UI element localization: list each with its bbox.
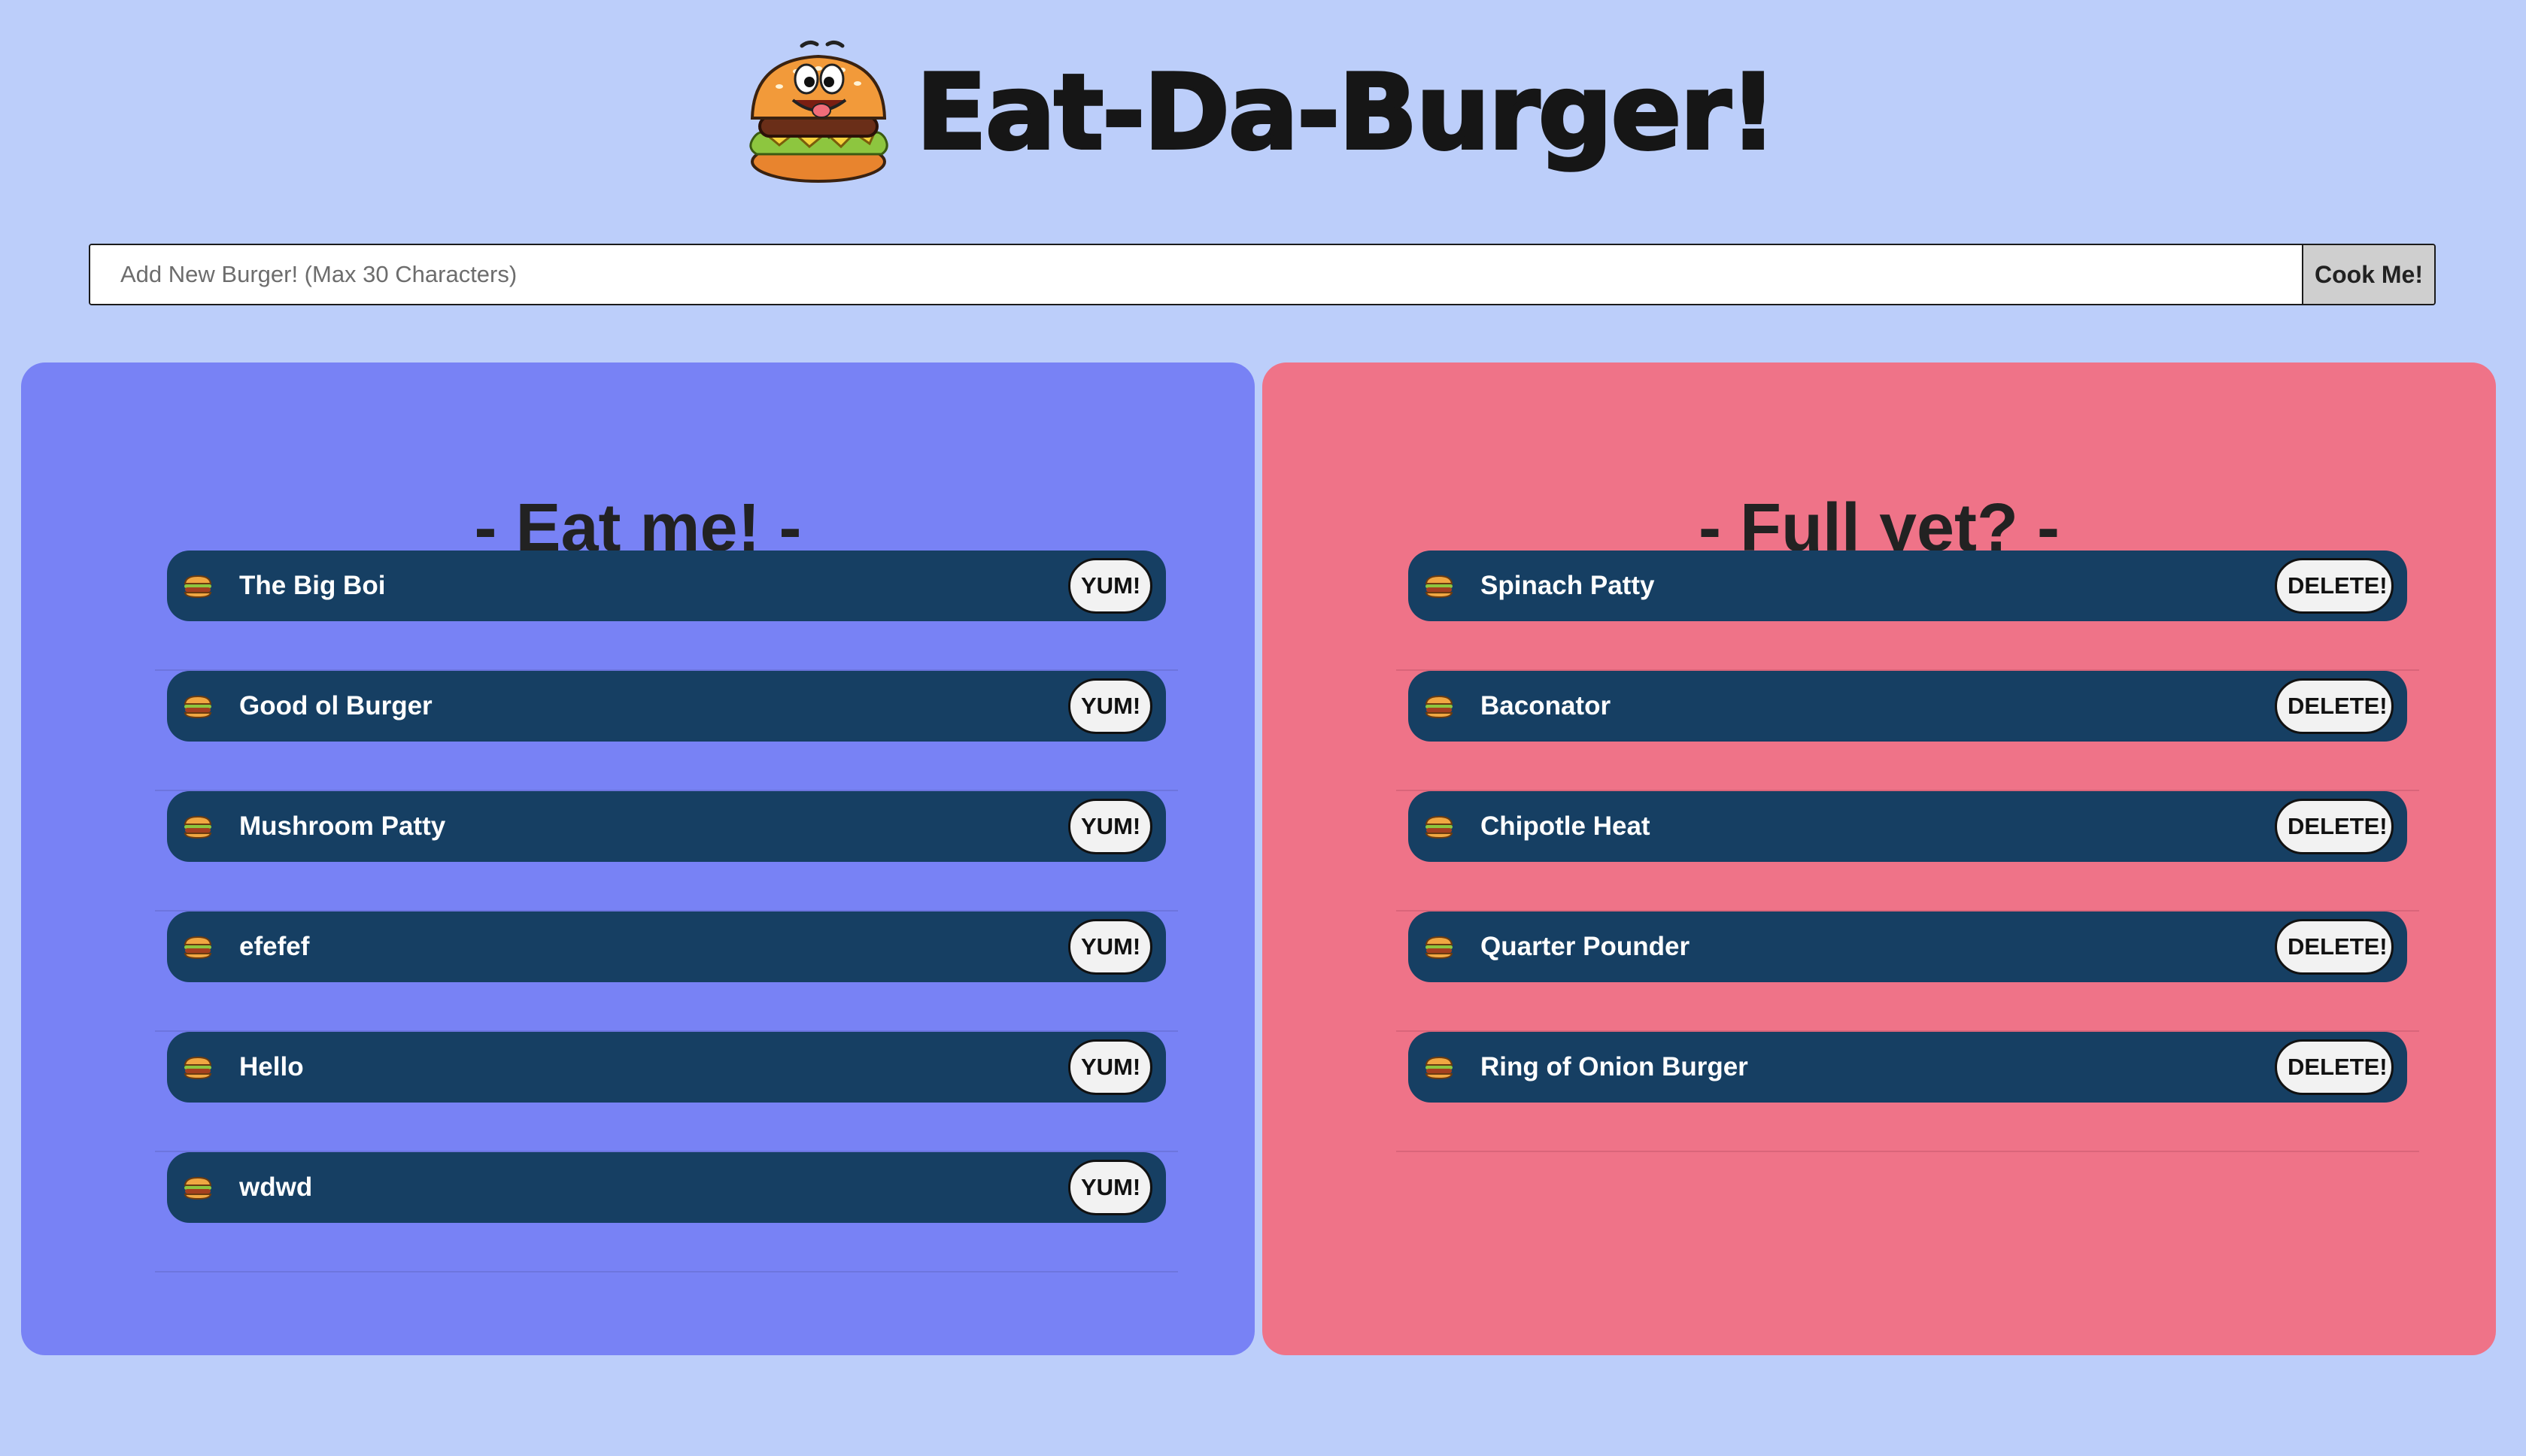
burger-icon	[1425, 695, 1453, 718]
burger-icon	[184, 815, 212, 839]
burger-list-item: Chipotle Heat DELETE!	[1396, 791, 2419, 912]
burger-icon	[184, 1056, 212, 1079]
delete-button[interactable]: DELETE!	[2275, 1039, 2394, 1095]
burger-name: Ring of Onion Burger	[1480, 1052, 1748, 1081]
burger-name: The Big Boi	[239, 571, 386, 600]
full-yet-panel: - Full yet? - Spinach Patty DELETE! Baco…	[1262, 362, 2496, 1355]
burger-list-item: Ring of Onion Burger DELETE!	[1396, 1032, 2419, 1152]
burger-name: Baconator	[1480, 691, 1611, 720]
burger-pill: wdwd YUM!	[167, 1152, 1166, 1223]
site-title: Eat-Da-Burger!	[915, 52, 1778, 173]
burger-list-item: Good ol Burger YUM!	[155, 671, 1178, 791]
delete-button[interactable]: DELETE!	[2275, 919, 2394, 975]
cook-me-button[interactable]: Cook Me!	[2302, 245, 2434, 304]
burger-pill: Hello YUM!	[167, 1032, 1166, 1103]
burger-list-item: Quarter Pounder DELETE!	[1396, 912, 2419, 1032]
burger-icon	[184, 936, 212, 959]
burger-icon	[1425, 936, 1453, 959]
burger-pill: Ring of Onion Burger DELETE!	[1408, 1032, 2407, 1103]
yum-button[interactable]: YUM!	[1068, 558, 1152, 614]
burger-name: Spinach Patty	[1480, 571, 1655, 600]
burger-icon	[184, 1176, 212, 1200]
burger-list-item: efefef YUM!	[155, 912, 1178, 1032]
burger-list-item: Mushroom Patty YUM!	[155, 791, 1178, 912]
eaten-burger-list: Spinach Patty DELETE! Baconator DELETE! …	[1396, 551, 2419, 1152]
burger-list-item: Hello YUM!	[155, 1032, 1178, 1152]
yum-button[interactable]: YUM!	[1068, 1160, 1152, 1215]
burger-name: efefef	[239, 932, 310, 961]
delete-button[interactable]: DELETE!	[2275, 799, 2394, 854]
burger-name: Quarter Pounder	[1480, 932, 1690, 961]
yum-button[interactable]: YUM!	[1068, 1039, 1152, 1095]
burger-icon	[1425, 575, 1453, 598]
burger-pill: efefef YUM!	[167, 912, 1166, 982]
burger-list-item: The Big Boi YUM!	[155, 551, 1178, 671]
eat-me-panel: - Eat me! - The Big Boi YUM! Good ol Bur…	[21, 362, 1255, 1355]
uneaten-burger-list: The Big Boi YUM! Good ol Burger YUM! Mus…	[155, 551, 1178, 1272]
burger-name: Mushroom Patty	[239, 811, 446, 841]
burger-icon	[184, 695, 212, 718]
add-burger-form: Cook Me!	[89, 244, 2436, 305]
delete-button[interactable]: DELETE!	[2275, 678, 2394, 734]
burger-list-item: Baconator DELETE!	[1396, 671, 2419, 791]
burger-name: Chipotle Heat	[1480, 811, 1650, 841]
delete-button[interactable]: DELETE!	[2275, 558, 2394, 614]
burger-pill: Baconator DELETE!	[1408, 671, 2407, 742]
burger-mascot-icon	[749, 40, 888, 183]
burger-list-item: Spinach Patty DELETE!	[1396, 551, 2419, 671]
burger-pill: Mushroom Patty YUM!	[167, 791, 1166, 862]
burger-pill: Good ol Burger YUM!	[167, 671, 1166, 742]
burger-name: wdwd	[239, 1172, 313, 1202]
burger-name: Good ol Burger	[239, 691, 433, 720]
burger-name: Hello	[239, 1052, 304, 1081]
yum-button[interactable]: YUM!	[1068, 678, 1152, 734]
burger-pill: Chipotle Heat DELETE!	[1408, 791, 2407, 862]
new-burger-input[interactable]	[90, 245, 2302, 304]
burger-pill: Spinach Patty DELETE!	[1408, 551, 2407, 621]
burger-icon	[184, 575, 212, 598]
site-header: Eat-Da-Burger!	[0, 30, 2526, 196]
burger-icon	[1425, 815, 1453, 839]
burger-pill: Quarter Pounder DELETE!	[1408, 912, 2407, 982]
yum-button[interactable]: YUM!	[1068, 799, 1152, 854]
burger-list-item: wdwd YUM!	[155, 1152, 1178, 1272]
burger-pill: The Big Boi YUM!	[167, 551, 1166, 621]
burger-icon	[1425, 1056, 1453, 1079]
yum-button[interactable]: YUM!	[1068, 919, 1152, 975]
